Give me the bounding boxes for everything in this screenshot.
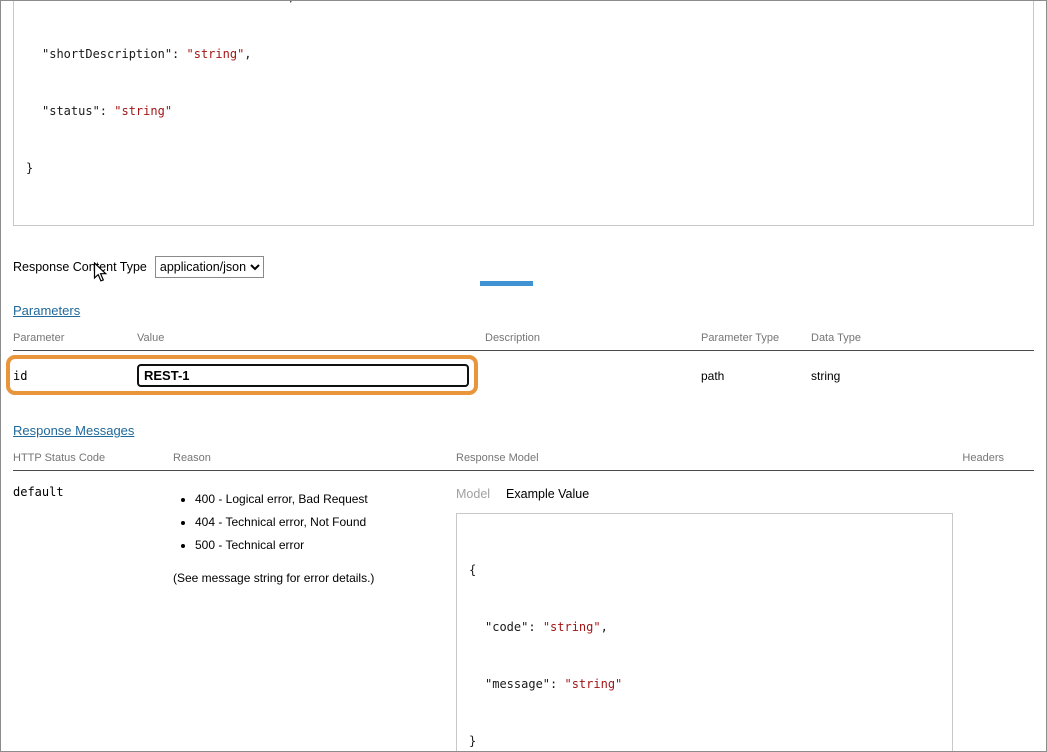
code-close-brace: } [26, 159, 1021, 178]
parameter-row: id path string [13, 351, 1034, 399]
reason-item: 404 - Technical error, Not Found [195, 516, 456, 529]
horizontal-scrollbar-thumb[interactable] [480, 281, 533, 286]
col-description: Description [485, 332, 701, 344]
code-line: "code": "string", [469, 618, 940, 637]
col-data-type: Data Type [811, 332, 1034, 344]
col-response-model: Response Model [456, 452, 936, 464]
status-code-default: default [13, 485, 173, 499]
code-open-brace: { [469, 561, 940, 580]
parameter-value-input[interactable] [137, 364, 469, 387]
col-value: Value [137, 332, 485, 344]
response-messages-header: HTTP Status Code Reason Response Model H… [13, 452, 1034, 471]
code-line: "message": "string" [469, 675, 940, 694]
col-parameter-type: Parameter Type [701, 332, 811, 344]
response-content-type-select[interactable]: application/json [155, 256, 264, 278]
operation-body: Implementation Notes Get a specific supp… [1, 0, 1046, 752]
response-content-type-label: Response Content Type [13, 260, 147, 274]
code-line: "date": "2016-11-10T09:27:57.240Z", [26, 0, 1021, 7]
reason-note: (See message string for error details.) [173, 571, 456, 585]
parameter-data-type: string [811, 369, 1034, 383]
code-line: "status": "string" [26, 102, 1021, 121]
col-reason: Reason [173, 452, 456, 464]
parameter-type: path [701, 369, 811, 383]
parameters-table-header: Parameter Value Description Parameter Ty… [13, 332, 1034, 351]
parameter-name: id [13, 369, 137, 383]
response-model-cell: Model Example Value { "code": "string", … [456, 485, 936, 752]
col-headers: Headers [936, 452, 1034, 464]
error-example-code: { "code": "string", "message": "string" … [456, 513, 953, 752]
code-line: "shortDescription": "string", [26, 45, 1021, 64]
response-message-row: default 400 - Logical error, Bad Request… [13, 471, 1034, 752]
parameters-table: Parameter Value Description Parameter Ty… [13, 332, 1034, 399]
code-close-brace: } [469, 732, 940, 751]
api-operation-panel: GET /supportcases/{id} Get a specific su… [0, 0, 1047, 752]
reason-cell: 400 - Logical error, Bad Request 404 - T… [173, 485, 456, 585]
parameters-heading[interactable]: Parameters [13, 303, 80, 318]
example-value-code: { "id": "string", "customerID": "string"… [13, 0, 1034, 226]
tab-model[interactable]: Model [456, 487, 490, 501]
col-parameter: Parameter [13, 332, 137, 344]
reason-item: 500 - Technical error [195, 539, 456, 552]
reason-item: 400 - Logical error, Bad Request [195, 493, 456, 506]
response-messages-heading[interactable]: Response Messages [13, 423, 134, 438]
response-model-tabs: Model Example Value [456, 487, 936, 501]
col-http-status-code: HTTP Status Code [13, 452, 173, 464]
response-messages-table: HTTP Status Code Reason Response Model H… [13, 452, 1034, 752]
reason-list: 400 - Logical error, Bad Request 404 - T… [173, 493, 456, 552]
tab-example-value[interactable]: Example Value [506, 487, 589, 501]
